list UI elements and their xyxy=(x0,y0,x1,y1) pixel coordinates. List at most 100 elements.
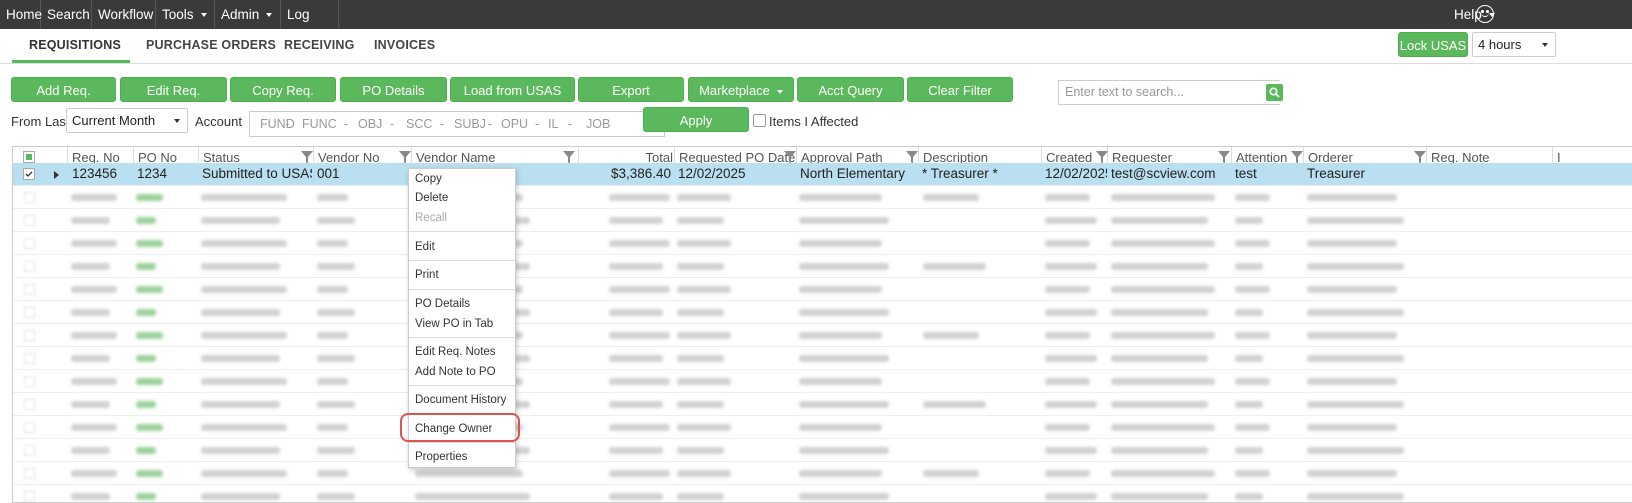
redacted-cell xyxy=(609,263,663,270)
redacted-cell xyxy=(201,332,287,339)
redacted-cell xyxy=(677,286,731,293)
from-last-label: From Last xyxy=(11,114,70,129)
table-row[interactable] xyxy=(13,416,1632,439)
row-checkbox[interactable] xyxy=(24,399,35,410)
table-row-selected[interactable]: 123456 1234 Submitted to USAS 001 $3,386… xyxy=(13,163,1632,186)
nav-admin[interactable]: Admin xyxy=(215,0,281,29)
table-row[interactable] xyxy=(13,370,1632,393)
row-checkbox[interactable] xyxy=(24,491,35,502)
nav-logout[interactable]: Log Out xyxy=(281,0,339,51)
lock-duration-select[interactable]: 4 hours xyxy=(1472,32,1556,57)
redacted-cell xyxy=(609,355,663,362)
po-details-button[interactable]: PO Details xyxy=(340,77,447,102)
row-checkbox[interactable] xyxy=(24,422,35,433)
table-row[interactable] xyxy=(13,232,1632,255)
add-req-button[interactable]: Add Req. xyxy=(11,77,116,102)
load-from-usas-button[interactable]: Load from USAS xyxy=(450,77,575,102)
tab-receiving[interactable]: RECEIVING xyxy=(284,38,355,52)
table-row[interactable] xyxy=(13,439,1632,462)
items-affected-checkbox[interactable] xyxy=(753,114,766,127)
nav-workflow[interactable]: Workflow xyxy=(92,0,156,29)
nav-help[interactable]: Help xyxy=(1448,0,1508,29)
row-checkbox[interactable] xyxy=(24,215,35,226)
redacted-cell xyxy=(1045,286,1090,293)
nav-home[interactable]: Home xyxy=(0,0,42,29)
row-checkbox[interactable] xyxy=(24,261,35,272)
tab-purchase-orders[interactable]: PURCHASE ORDERS xyxy=(146,38,276,52)
marketplace-button[interactable]: Marketplace xyxy=(688,77,794,102)
redacted-cell xyxy=(317,447,355,454)
redacted-cell xyxy=(1235,447,1263,454)
redacted-cell xyxy=(1045,355,1097,362)
menu-properties[interactable]: Properties xyxy=(415,451,467,463)
row-checkbox[interactable] xyxy=(24,353,35,364)
table-row[interactable] xyxy=(13,393,1632,416)
table-row[interactable] xyxy=(13,255,1632,278)
export-label: Export xyxy=(612,83,650,98)
lock-usas-button[interactable]: Lock USAS xyxy=(1398,32,1468,57)
table-row[interactable] xyxy=(13,278,1632,301)
redacted-cell xyxy=(1307,378,1397,385)
redacted-cell xyxy=(71,447,110,454)
edit-req-button[interactable]: Edit Req. xyxy=(120,77,227,102)
search-button[interactable] xyxy=(1266,84,1283,101)
redacted-cell xyxy=(71,470,117,477)
export-button[interactable]: Export xyxy=(578,77,684,102)
menu-view-po-in-tab[interactable]: View PO in Tab xyxy=(415,318,493,330)
row-checkbox[interactable] xyxy=(23,168,35,180)
menu-separator xyxy=(409,337,515,338)
nav-tools[interactable]: Tools xyxy=(156,0,215,29)
redacted-cell xyxy=(799,332,882,339)
row-checkbox[interactable] xyxy=(24,192,35,203)
row-checkbox[interactable] xyxy=(24,445,35,456)
redacted-cell xyxy=(1307,401,1404,408)
apply-button[interactable]: Apply xyxy=(643,107,749,132)
table-row[interactable] xyxy=(13,301,1632,324)
row-checkbox[interactable] xyxy=(24,284,35,295)
copy-req-button[interactable]: Copy Req. xyxy=(230,77,336,102)
redacted-cell xyxy=(1235,355,1263,362)
clear-filter-button[interactable]: Clear Filter xyxy=(907,77,1013,102)
redacted-cell xyxy=(136,424,163,431)
menu-recall: Recall xyxy=(415,212,447,224)
tab-requisitions[interactable]: REQUISITIONS xyxy=(29,38,121,52)
checkbox-indicator xyxy=(26,154,32,160)
acct-func: FUNC xyxy=(302,117,337,131)
menu-delete[interactable]: Delete xyxy=(415,192,448,204)
row-checkbox[interactable] xyxy=(24,330,35,341)
redacted-cell xyxy=(677,217,724,224)
redacted-cell xyxy=(799,424,882,431)
acct-query-button[interactable]: Acct Query xyxy=(797,77,904,102)
row-checkbox[interactable] xyxy=(24,307,35,318)
menu-copy[interactable]: Copy xyxy=(415,173,442,185)
select-all-checkbox[interactable] xyxy=(23,151,35,163)
table-row[interactable] xyxy=(13,186,1632,209)
expand-arrow-icon[interactable] xyxy=(54,171,60,179)
redacted-cell xyxy=(1235,263,1263,270)
table-row[interactable] xyxy=(13,347,1632,370)
search-input[interactable]: Enter text to search... xyxy=(1058,80,1280,105)
table-row[interactable] xyxy=(13,324,1632,347)
redacted-cell xyxy=(71,217,110,224)
table-row[interactable] xyxy=(13,485,1632,502)
menu-add-note-to-po[interactable]: Add Note to PO xyxy=(415,366,496,378)
redacted-cell xyxy=(136,286,163,293)
menu-po-details[interactable]: PO Details xyxy=(415,298,470,310)
tab-invoices[interactable]: INVOICES xyxy=(374,38,435,52)
menu-edit[interactable]: Edit xyxy=(415,241,435,253)
account-label: Account xyxy=(195,114,242,129)
row-checkbox[interactable] xyxy=(24,468,35,479)
table-row[interactable] xyxy=(13,209,1632,232)
account-input[interactable]: FUND - FUNC - OBJ - SCC - SUBJ - OPU - I… xyxy=(249,111,665,137)
period-select[interactable]: Current Month xyxy=(66,108,188,133)
nav-search[interactable]: Search xyxy=(41,0,92,29)
table-row[interactable] xyxy=(13,462,1632,485)
row-checkbox[interactable] xyxy=(24,376,35,387)
menu-print[interactable]: Print xyxy=(415,269,439,281)
redacted-cell xyxy=(1045,470,1090,477)
menu-separator xyxy=(409,231,515,232)
acct-obj: OBJ xyxy=(358,117,383,131)
row-checkbox[interactable] xyxy=(24,238,35,249)
menu-edit-req-notes[interactable]: Edit Req. Notes xyxy=(415,346,496,358)
menu-document-history[interactable]: Document History xyxy=(415,394,506,406)
